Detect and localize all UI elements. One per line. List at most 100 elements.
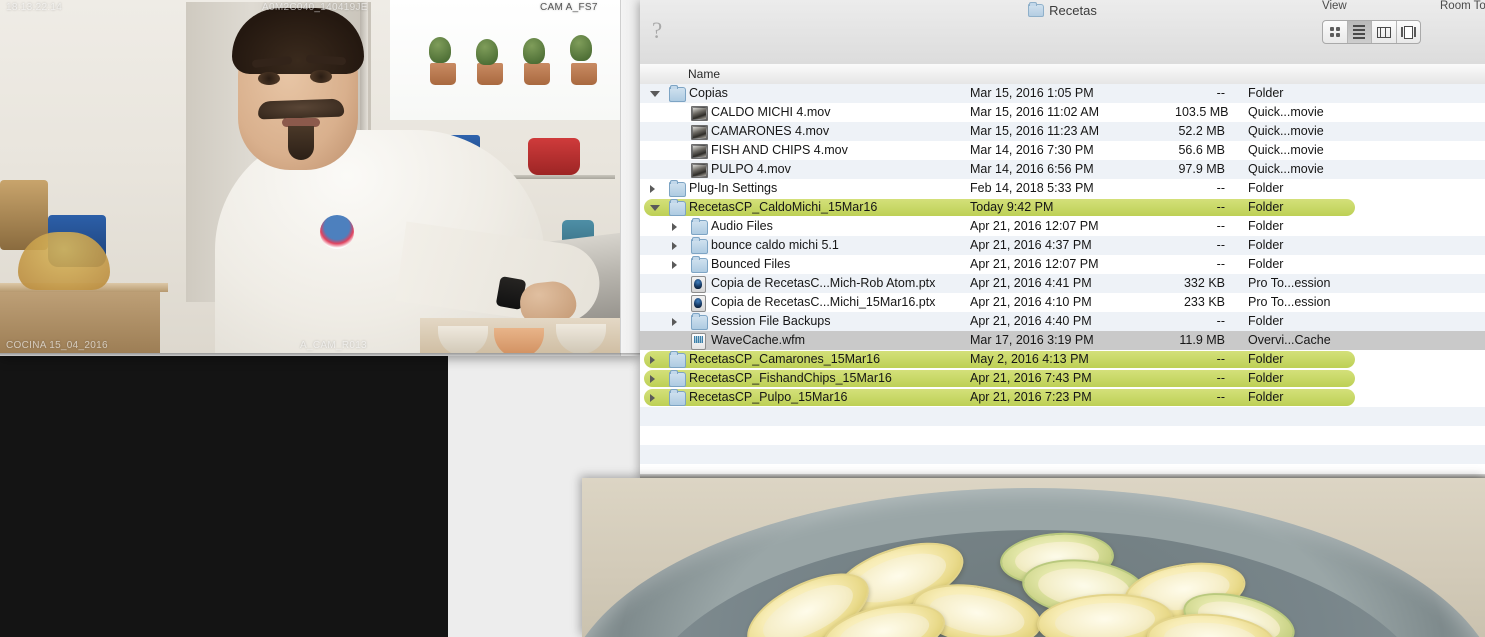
file-size: 52.2 MB xyxy=(1178,124,1225,138)
file-name[interactable]: RecetasCP_Pulpo_15Mar16 xyxy=(689,390,847,404)
file-date-modified: Mar 15, 2016 1:05 PM xyxy=(970,86,1094,100)
column-header-name[interactable]: Name xyxy=(688,67,720,81)
scene-label-bottom-left: COCINA 15_04_2016 xyxy=(6,340,108,351)
file-date-modified: Mar 14, 2016 7:30 PM xyxy=(970,143,1094,157)
protools-icon xyxy=(691,295,706,312)
video-window-bottom-shadow xyxy=(0,353,640,356)
folder-icon xyxy=(669,199,686,216)
file-name[interactable]: Session File Backups xyxy=(711,314,831,328)
disclosure-triangle-closed[interactable] xyxy=(650,394,655,402)
file-date-modified: May 2, 2016 4:13 PM xyxy=(970,352,1089,366)
file-kind: Folder xyxy=(1248,200,1284,214)
table-row[interactable]: WaveCache.wfm Mar 17, 2016 3:19 PM 11.9 MB… xyxy=(640,331,1485,350)
file-kind: Overvi...Cache xyxy=(1248,333,1331,347)
folder-icon xyxy=(669,389,686,406)
table-row[interactable]: CAMARONES 4.mov Mar 15, 2016 11:23 AM 52.2… xyxy=(640,122,1485,141)
file-size: 56.6 MB xyxy=(1178,143,1225,157)
file-name[interactable]: WaveCache.wfm xyxy=(711,333,805,347)
movie-icon xyxy=(691,125,708,140)
chef-goatee xyxy=(288,126,314,160)
table-row[interactable]: RecetasCP_Camarones_15Mar16 May 2, 2016 4… xyxy=(640,350,1485,369)
file-name[interactable]: CALDO MICHI 4.mov xyxy=(711,105,830,119)
file-date-modified: Mar 15, 2016 11:02 AM xyxy=(970,105,1100,119)
disclosure-triangle-closed[interactable] xyxy=(672,261,677,269)
file-size: -- xyxy=(1216,352,1225,366)
disclosure-triangle-open[interactable] xyxy=(650,205,660,211)
wav-file-label[interactable]: Room ToneBañoTuberiaagua.1.wav xyxy=(1440,0,1485,64)
file-date-modified: Apr 21, 2016 12:07 PM xyxy=(970,257,1099,271)
potted-plants-row xyxy=(425,5,615,90)
disclosure-triangle-open[interactable] xyxy=(650,91,660,97)
table-row[interactable]: PULPO 4.mov Mar 14, 2016 6:56 PM 97.9 MB Qu… xyxy=(640,160,1485,179)
chef-logo xyxy=(320,215,354,249)
file-name[interactable]: RecetasCP_Camarones_15Mar16 xyxy=(689,352,880,366)
chef-moustache xyxy=(257,98,345,120)
table-row[interactable]: RecetasCP_FishandChips_15Mar16 Apr 21, 20… xyxy=(640,369,1485,388)
file-kind: Quick...movie xyxy=(1248,162,1324,176)
file-name[interactable]: CAMARONES 4.mov xyxy=(711,124,829,138)
disclosure-triangle-closed[interactable] xyxy=(650,375,655,383)
folder-icon xyxy=(669,180,686,197)
file-name[interactable]: RecetasCP_CaldoMichi_15Mar16 xyxy=(689,200,877,214)
table-row[interactable]: bounce caldo michi 5.1 Apr 21, 2016 4:37 … xyxy=(640,236,1485,255)
food-prep-area xyxy=(420,318,620,353)
table-row[interactable]: RecetasCP_CaldoMichi_15Mar16 Today 9:42 P… xyxy=(640,198,1485,217)
protools-icon xyxy=(691,276,706,293)
window-title: Recetas xyxy=(1049,3,1097,18)
file-name[interactable]: PULPO 4.mov xyxy=(711,162,791,176)
clip-id-top-center: A0M2C040_140419JE xyxy=(262,2,368,13)
video-window-scrollbar[interactable]: ▲ xyxy=(620,0,640,356)
file-kind: Folder xyxy=(1248,371,1284,385)
disclosure-triangle-closed[interactable] xyxy=(672,242,677,250)
file-name[interactable]: Bounced Files xyxy=(711,257,790,271)
file-size: -- xyxy=(1216,371,1225,385)
table-row[interactable]: Copia de RecetasC...Michi_15Mar16.ptx Apr… xyxy=(640,293,1485,312)
file-size: -- xyxy=(1216,200,1225,214)
file-name[interactable]: RecetasCP_FishandChips_15Mar16 xyxy=(689,371,892,385)
file-kind: Quick...movie xyxy=(1248,105,1324,119)
file-kind: Quick...movie xyxy=(1248,124,1324,138)
empty-list-row xyxy=(640,445,1485,464)
file-kind: Folder xyxy=(1248,390,1284,404)
file-date-modified: Mar 17, 2016 3:19 PM xyxy=(970,333,1094,347)
file-name[interactable]: Plug-In Settings xyxy=(689,181,777,195)
table-row[interactable]: Copias Mar 15, 2016 1:05 PM -- Folder xyxy=(640,84,1485,103)
table-row[interactable]: CALDO MICHI 4.mov Mar 15, 2016 11:02 AM 10… xyxy=(640,103,1485,122)
file-kind: Folder xyxy=(1248,219,1284,233)
view-label: View xyxy=(1322,0,1347,12)
table-row[interactable]: FISH AND CHIPS 4.mov Mar 14, 2016 7:30 PM… xyxy=(640,141,1485,160)
file-size: -- xyxy=(1216,238,1225,252)
file-kind: Folder xyxy=(1248,181,1284,195)
file-name[interactable]: bounce caldo michi 5.1 xyxy=(711,238,839,252)
file-size: -- xyxy=(1216,257,1225,271)
table-row[interactable]: Audio Files Apr 21, 2016 12:07 PM -- Folder xyxy=(640,217,1485,236)
table-row[interactable]: Session File Backups Apr 21, 2016 4:40 PM… xyxy=(640,312,1485,331)
back-help-icon[interactable]: ? xyxy=(652,18,662,44)
file-list-column-header: Name Date Modified Size Kind xyxy=(640,64,1485,85)
table-row[interactable]: RecetasCP_Pulpo_15Mar16 Apr 21, 2016 7:23… xyxy=(640,388,1485,407)
file-name[interactable]: Copia de RecetasC...Mich-Rob Atom.ptx xyxy=(711,276,935,290)
table-row[interactable]: Copia de RecetasC...Mich-Rob Atom.ptx Apr… xyxy=(640,274,1485,293)
table-row[interactable]: Bounced Files Apr 21, 2016 12:07 PM -- Fold… xyxy=(640,255,1485,274)
table-row[interactable]: Plug-In Settings Feb 14, 2018 5:33 PM -- Fo… xyxy=(640,179,1485,198)
disclosure-triangle-closed[interactable] xyxy=(650,185,655,193)
folder-icon xyxy=(669,351,686,368)
disclosure-triangle-closed[interactable] xyxy=(672,223,677,231)
timecode-top-left: 18:13:22:14 xyxy=(6,2,63,13)
file-list[interactable]: Copias Mar 15, 2016 1:05 PM -- Folder CALDO … xyxy=(640,84,1485,475)
movie-icon xyxy=(691,106,708,121)
file-name[interactable]: Copia de RecetasC...Michi_15Mar16.ptx xyxy=(711,295,935,309)
finder-toolbar: Recetas ? View WAV Room ToneBañoT xyxy=(640,0,1485,65)
file-date-modified: Apr 21, 2016 12:07 PM xyxy=(970,219,1099,233)
finder-window[interactable]: Recetas ? View WAV Room ToneBañoT xyxy=(640,0,1485,478)
file-size: 233 KB xyxy=(1183,295,1225,309)
video-preview-window-lemons[interactable] xyxy=(582,478,1485,637)
disclosure-triangle-closed[interactable] xyxy=(672,318,677,326)
file-name[interactable]: Copias xyxy=(689,86,728,100)
file-name[interactable]: FISH AND CHIPS 4.mov xyxy=(711,143,848,157)
disclosure-triangle-closed[interactable] xyxy=(650,356,655,364)
folder-icon xyxy=(691,237,708,254)
file-name[interactable]: Audio Files xyxy=(711,219,773,233)
video-preview-window-chef[interactable]: 18:13:22:14 A0M2C040_140419JE CAM A_FS7 … xyxy=(0,0,640,356)
file-date-modified: Apr 21, 2016 4:10 PM xyxy=(970,295,1092,309)
